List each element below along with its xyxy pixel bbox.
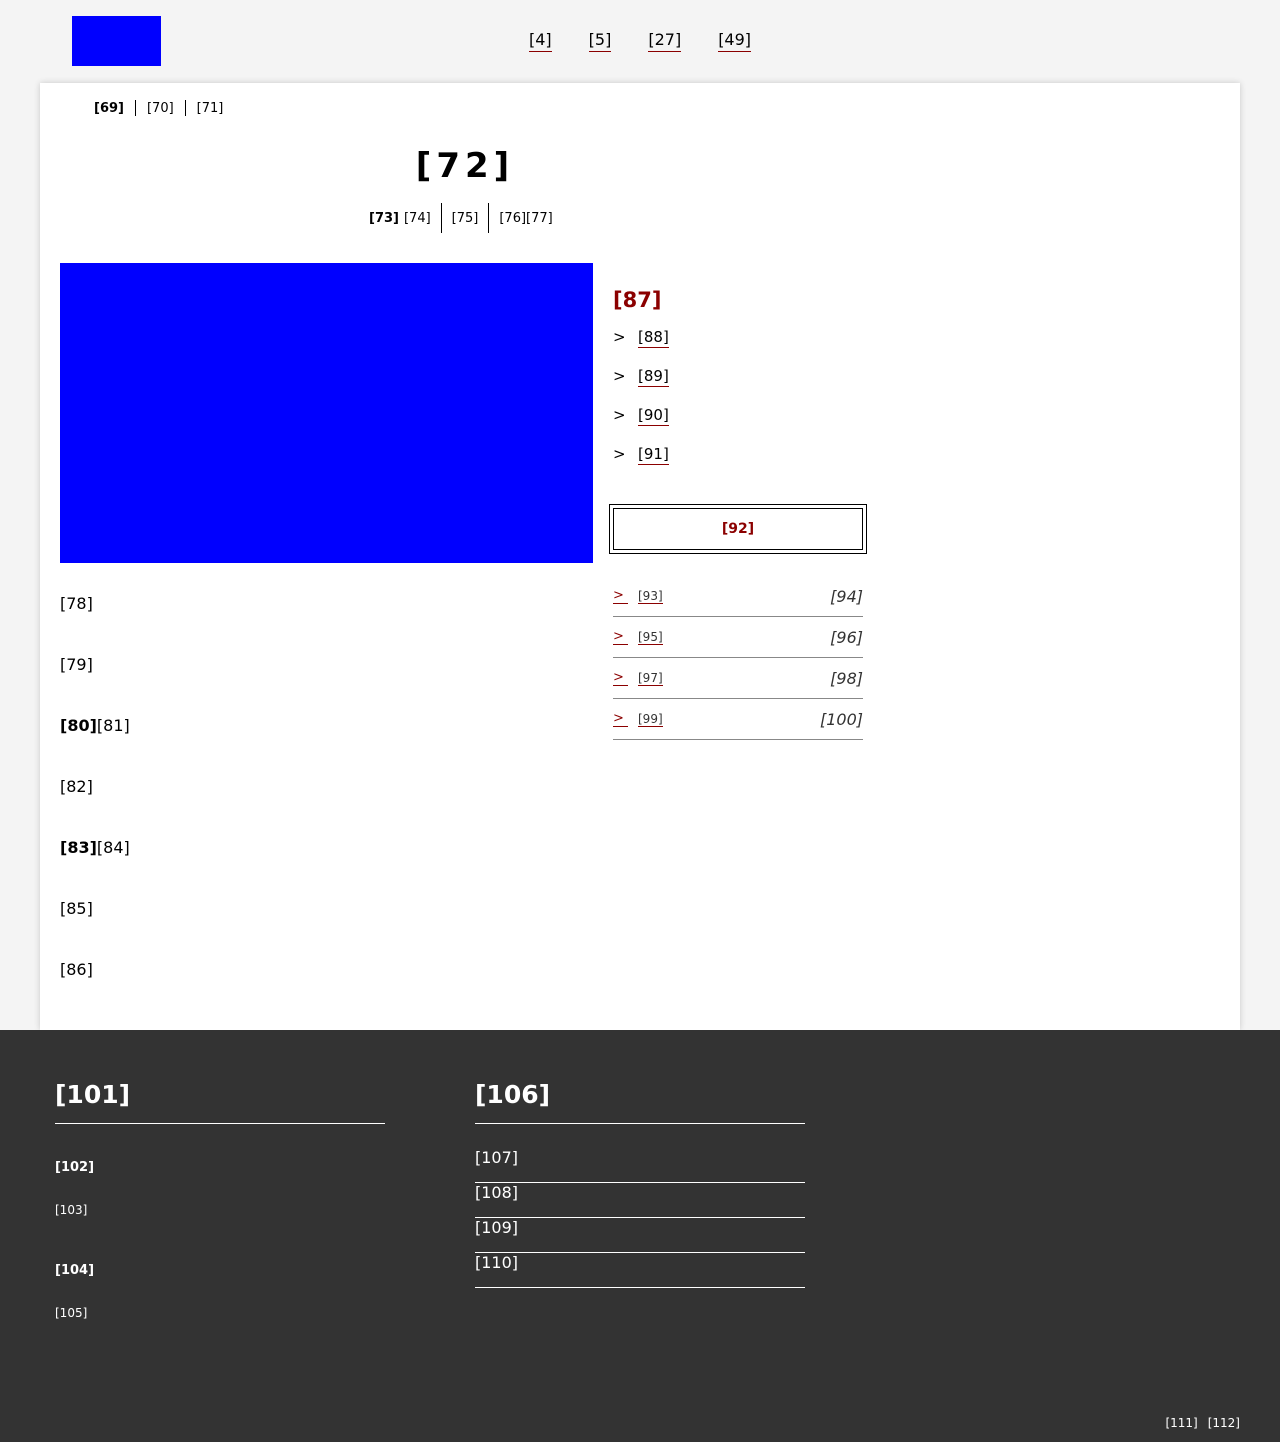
top-bar: [4] [5] [27] [49]	[0, 0, 1280, 83]
footer-link-list: [107] [108] [109] [110]	[475, 1148, 805, 1288]
chevron-right-icon: >	[613, 445, 626, 463]
nav-link-1[interactable]: [4]	[529, 30, 552, 52]
nav-link-4[interactable]: [49]	[718, 30, 752, 52]
breadcrumb-item-1[interactable]: [69]	[94, 101, 124, 116]
breadcrumb-item-3[interactable]: [71]	[197, 101, 224, 116]
row-value: [100]	[819, 709, 863, 729]
body-line: [79]	[60, 655, 93, 674]
chevron-right-icon: >	[613, 367, 626, 385]
body-line: [78]	[60, 594, 93, 613]
breadcrumb-item-2[interactable]: [70]	[147, 101, 174, 116]
row-value: [94]	[830, 586, 863, 606]
table-row: > [97] [98]	[613, 658, 863, 699]
sidebar-link-list: > [88] > [89] > [90] > [91]	[613, 328, 873, 484]
list-item: > [90]	[613, 406, 873, 445]
site-logo[interactable]	[72, 16, 161, 66]
footer-heading: [101]	[55, 1080, 385, 1124]
body-line: [82]	[60, 777, 93, 796]
chevron-right-icon: >	[613, 328, 626, 346]
sidebar-button[interactable]: [92]	[609, 504, 867, 554]
site-footer: [101] [102] [103] [104] [105] [106] [107…	[0, 1030, 1280, 1442]
hero-image	[60, 263, 593, 563]
nav-link-3[interactable]: [27]	[648, 30, 682, 52]
footer-link[interactable]: [108]	[475, 1183, 805, 1218]
chevron-right-icon[interactable]: >	[613, 670, 628, 686]
footer-item-title: [102]	[55, 1160, 95, 1175]
footer-item-title: [104]	[55, 1263, 95, 1278]
meta-item-2: [75]	[451, 210, 479, 226]
meta-author: [73]	[369, 210, 399, 226]
chevron-right-icon[interactable]: >	[613, 629, 628, 645]
table-row: > [95] [96]	[613, 617, 863, 658]
footer-bottom-link[interactable]: [111]	[1165, 1416, 1197, 1430]
row-value: [96]	[830, 627, 863, 647]
nav-link-2[interactable]: [5]	[588, 30, 612, 52]
table-row: > [99] [100]	[613, 699, 863, 740]
footer-column-1: [101] [102] [103] [104] [105]	[55, 1080, 385, 1320]
sidebar-link[interactable]: [90]	[638, 406, 669, 426]
body-line: [83][84]	[60, 838, 130, 857]
sidebar-link[interactable]: [91]	[638, 445, 669, 465]
page-title: [72]	[415, 146, 515, 186]
body-line: [86]	[60, 960, 93, 979]
sidebar-heading: [87]	[613, 288, 662, 312]
list-item: > [88]	[613, 328, 873, 367]
footer-bottom-link[interactable]: [112]	[1208, 1416, 1240, 1430]
body-line: [80][81]	[60, 716, 130, 735]
sidebar-link[interactable]: [89]	[638, 367, 669, 387]
footer-column-2: [106] [107] [108] [109] [110]	[475, 1080, 805, 1288]
meta-item-1: [74]	[403, 210, 431, 226]
meta-divider	[488, 203, 490, 233]
list-item: > [89]	[613, 367, 873, 406]
meta-divider	[440, 203, 442, 233]
article-meta: [73] [74] [75] [76][77]	[369, 203, 553, 233]
row-link[interactable]: [97]	[638, 671, 663, 686]
footer-link[interactable]: [110]	[475, 1253, 805, 1288]
sidebar-table: > [93] [94] > [95] [96] > [97] [98] > [9…	[613, 576, 863, 740]
list-item: > [91]	[613, 445, 873, 484]
sidebar: [87] > [88] > [89] > [90] > [91] [92] > [93]…	[609, 288, 873, 740]
footer-link[interactable]: [109]	[475, 1218, 805, 1253]
footer-bottom-links: [111] [112]	[1165, 1416, 1240, 1430]
body-line: [85]	[60, 899, 93, 918]
content-card: [69] [70] [71] [72] [73] [74] [75] [76][…	[40, 83, 1240, 1030]
meta-item-3: [76][77]	[499, 210, 553, 226]
footer-heading: [106]	[475, 1080, 805, 1124]
row-link[interactable]: [99]	[638, 712, 663, 727]
footer-item-text: [103]	[55, 1203, 88, 1217]
footer-link[interactable]: [107]	[475, 1148, 805, 1183]
row-link[interactable]: [93]	[638, 589, 663, 604]
sidebar-link[interactable]: [88]	[638, 328, 669, 348]
chevron-right-icon[interactable]: >	[613, 588, 628, 604]
chevron-right-icon[interactable]: >	[613, 711, 628, 727]
chevron-right-icon: >	[613, 406, 626, 424]
row-value: [98]	[830, 668, 863, 688]
main-nav: [4] [5] [27] [49]	[529, 30, 752, 52]
table-row: > [93] [94]	[613, 576, 863, 617]
row-link[interactable]: [95]	[638, 630, 663, 645]
breadcrumb-divider	[134, 100, 136, 116]
article-body: [78] [79] [80][81] [82] [83][84] [85] [8…	[60, 588, 130, 1015]
breadcrumb: [69] [70] [71]	[94, 100, 223, 116]
breadcrumb-divider	[184, 100, 186, 116]
footer-item-text: [105]	[55, 1306, 88, 1320]
